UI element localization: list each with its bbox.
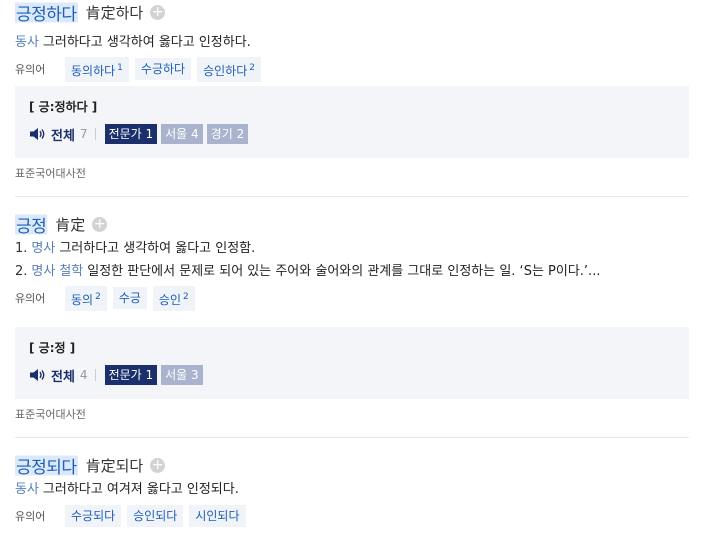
- synonym-link[interactable]: 승인하다 2: [197, 56, 261, 82]
- pronunciation-chip-expert[interactable]: 전문가 1: [104, 365, 158, 385]
- entry-geungjeongdoeda: 긍정되다 肯定되다 + 동사 그러하다고 여겨져 옳다고 인정되다. 유의어 수긍…: [15, 452, 689, 528]
- synonym-word: 수긍: [118, 291, 141, 305]
- synonym-link[interactable]: 수긍하다: [134, 58, 192, 80]
- sense-number: 1.: [15, 241, 28, 256]
- play-all-button[interactable]: 전체: [51, 125, 75, 144]
- synonym-label: 유의어: [15, 63, 46, 76]
- pronunciation-chip-seoul[interactable]: 서울 3: [161, 365, 203, 385]
- dictionary-source[interactable]: 표준국어대사전: [15, 165, 86, 181]
- synonym-word: 동의하다: [71, 63, 116, 78]
- synonym-link[interactable]: 수긍: [112, 287, 147, 309]
- entry-head: 긍정하다 肯定하다 +: [15, 0, 689, 25]
- synonym-link[interactable]: 승인 2: [152, 285, 195, 311]
- play-all-count: 7: [79, 127, 88, 141]
- pronunciation-controls: 전체 7 전문가 1 서울 4 경기 2: [29, 123, 675, 145]
- synonym-row: 유의어 수긍되다 승인되다 시인되다: [15, 504, 689, 528]
- dictionary-source[interactable]: 표준국어대사전: [15, 406, 86, 422]
- pronunciation-chip-expert[interactable]: 전문가 1: [104, 124, 158, 144]
- definition-2: 2. 명사 철학 일정한 판단에서 문제로 되어 있는 주어와 술어와의 관계를 그대…: [15, 260, 689, 283]
- add-to-wordbook-plus-icon[interactable]: +: [150, 4, 166, 20]
- synonym-link[interactable]: 승인되다: [127, 505, 184, 527]
- pronunciation-chip-gyeonggi[interactable]: 경기 2: [206, 124, 249, 144]
- synonym-link[interactable]: 동의하다 1: [65, 56, 129, 82]
- synonym-link[interactable]: 시인되다: [189, 505, 246, 527]
- entry-geungjeonghada: 긍정하다 肯定하다 + 동사 그러하다고 생각하여 옳다고 인정하다. 유의어 동…: [15, 0, 689, 82]
- homonym-number: 2: [249, 62, 255, 73]
- add-to-wordbook-plus-icon[interactable]: +: [92, 216, 108, 232]
- synonym-word: 승인하다: [203, 63, 248, 78]
- definition-text: 일정한 판단에서 문제로 되어 있는 주어와 술어와의 관계를 그대로 인정하는…: [87, 264, 601, 279]
- entry-head: 긍정 肯定 +: [15, 211, 689, 237]
- homonym-number: 2: [95, 291, 101, 302]
- divider: [94, 128, 96, 140]
- definition-1: 동사 그러하다고 여겨져 옳다고 인정되다.: [15, 478, 689, 501]
- hanja: 肯定하다: [86, 2, 144, 23]
- synonym-word: 수긍하다: [140, 62, 186, 76]
- speaker-icon[interactable]: [29, 368, 47, 382]
- play-all-count: 4: [79, 368, 88, 382]
- homonym-number: 1: [117, 62, 123, 73]
- entry-divider: [15, 196, 689, 197]
- synonym-link[interactable]: 수긍되다: [65, 505, 122, 527]
- synonym-word: 시인되다: [195, 509, 240, 523]
- homonym-number: 2: [183, 291, 189, 302]
- headword[interactable]: 긍정하다: [15, 0, 78, 25]
- hanja: 肯定: [55, 214, 85, 235]
- definition-text: 그러하다고 여겨져 옳다고 인정되다.: [42, 482, 239, 497]
- hanja: 肯定되다: [86, 455, 144, 476]
- definition-1: 1. 명사 그러하다고 생각하여 옳다고 인정함.: [15, 237, 689, 260]
- synonym-word: 승인: [158, 292, 182, 307]
- hanja-chars: 肯定: [55, 215, 86, 234]
- entry-head: 긍정되다 肯定되다 +: [15, 452, 689, 478]
- speaker-icon[interactable]: [29, 127, 47, 141]
- synonym-word: 수긍되다: [71, 509, 116, 523]
- pronunciation-box: [ 긍:정하다 ] 전체 7 전문가 1 서울 4 경기 2: [15, 86, 689, 158]
- synonym-row: 유의어 동의하다 1 수긍하다 승인하다 2: [15, 56, 689, 82]
- hanja-suffix: 하다: [115, 3, 144, 22]
- hanja-suffix: 되다: [115, 456, 144, 475]
- part-of-speech: 명사: [31, 241, 56, 256]
- pronunciation-word: [ 긍:정하다 ]: [29, 100, 98, 114]
- part-of-speech: 동사: [15, 482, 39, 497]
- headword[interactable]: 긍정되다: [15, 452, 78, 478]
- synonym-label: 유의어: [15, 510, 46, 523]
- pronunciation-word: [ 긍:정 ]: [29, 341, 76, 355]
- definition-text: 그러하다고 생각하여 옳다고 인정하다.: [42, 35, 251, 50]
- synonym-row: 유의어 동의 2 수긍 승인 2: [15, 285, 689, 311]
- synonym-word: 승인되다: [133, 509, 178, 523]
- hanja-chars: 肯定: [85, 3, 116, 22]
- entry-geungjeong: 긍정 肯定 + 1. 명사 그러하다고 생각하여 옳다고 인정함. 2. 명사 철학 일정…: [15, 211, 689, 311]
- pronunciation-controls: 전체 4 전문가 1 서울 3: [29, 364, 675, 386]
- synonym-link[interactable]: 동의 2: [65, 285, 107, 311]
- pronunciation-chip-seoul[interactable]: 서울 4: [161, 124, 203, 144]
- hanja-chars: 肯定: [85, 456, 116, 475]
- definition-text: 그러하다고 생각하여 옳다고 인정함.: [59, 241, 256, 256]
- headword[interactable]: 긍정: [15, 211, 48, 237]
- subject-field: 철학: [59, 264, 84, 279]
- play-all-button[interactable]: 전체: [51, 366, 75, 385]
- add-to-wordbook-plus-icon[interactable]: +: [150, 457, 166, 473]
- part-of-speech: 명사: [31, 264, 56, 279]
- sense-number: 2.: [15, 264, 28, 279]
- pronunciation-box: [ 긍:정 ] 전체 4 전문가 1 서울 3: [15, 327, 689, 399]
- synonym-label: 유의어: [15, 292, 46, 305]
- entry-divider: [15, 437, 689, 438]
- divider: [94, 369, 96, 381]
- part-of-speech: 동사: [15, 35, 39, 50]
- synonym-word: 동의: [71, 292, 94, 307]
- definition-1: 동사 그러하다고 생각하여 옳다고 인정하다.: [15, 31, 689, 54]
